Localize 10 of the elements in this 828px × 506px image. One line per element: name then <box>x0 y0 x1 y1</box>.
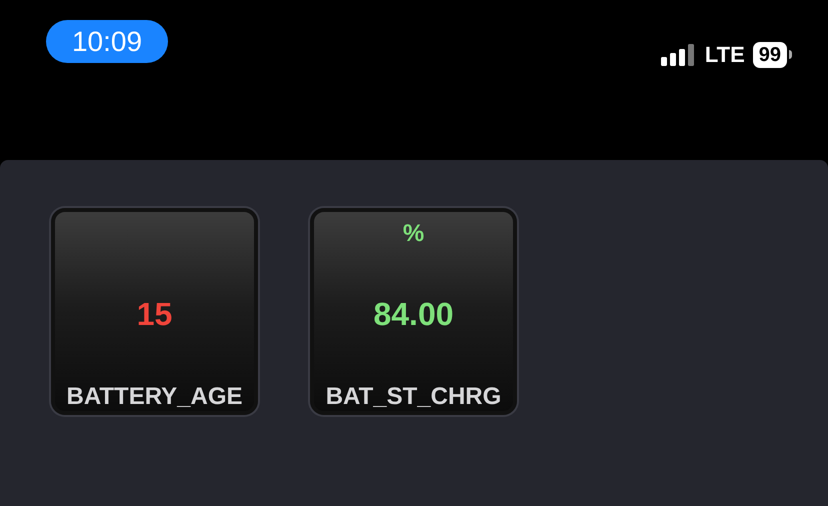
value-label: 84.00 <box>373 295 454 334</box>
signal-icon <box>660 44 697 66</box>
tile-label: BATTERY_AGE <box>66 385 242 409</box>
network-label: LTE <box>704 41 745 69</box>
value-label: 15 <box>136 295 172 334</box>
gauge-tile[interactable]: 15 BATTERY_AGE <box>51 208 258 415</box>
time-pill: 10:09 <box>46 20 168 63</box>
unit-label: % <box>402 219 424 249</box>
gauge-tile[interactable]: % 84.00 BAT_ST_CHRG <box>310 208 517 415</box>
tile-label: BAT_ST_CHRG <box>326 385 502 409</box>
